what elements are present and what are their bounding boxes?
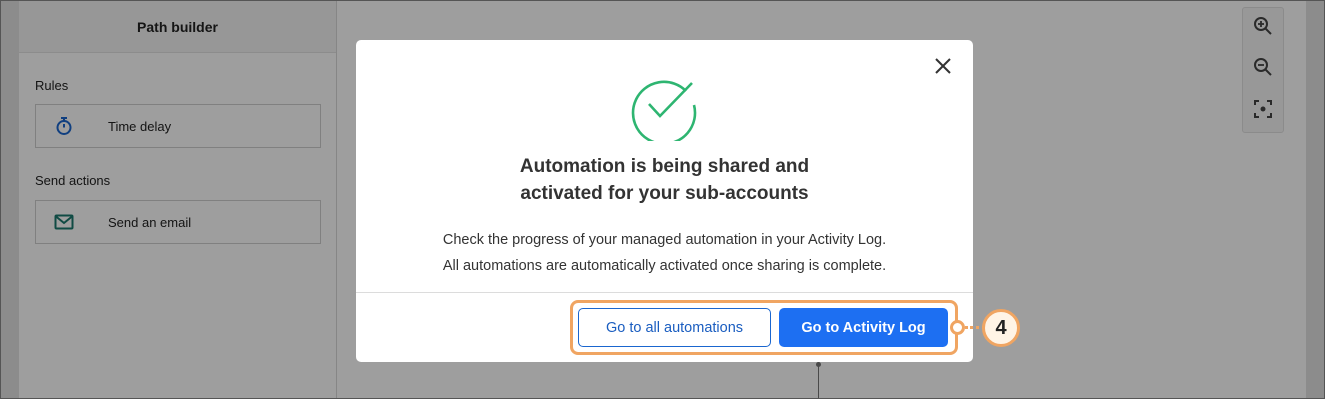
close-icon	[934, 57, 952, 80]
callout-anchor-dot	[950, 320, 965, 335]
app-window: Path builder Rules Time delay Send actio…	[0, 0, 1325, 399]
success-check-icon	[628, 69, 700, 146]
dialog-title-line-2: activated for your sub-accounts	[520, 183, 809, 204]
dialog-message-line-2: All automations are automatically activa…	[442, 258, 887, 274]
step-number-badge: 4	[982, 309, 1020, 347]
dialog-title-line-1: Automation is being shared and	[519, 156, 810, 177]
dialog-footer-divider	[356, 292, 973, 293]
dialog-message-line-1: Check the progress of your managed autom…	[442, 232, 887, 248]
dialog-title: Automation is being shared and activated…	[356, 153, 973, 207]
close-button[interactable]	[931, 56, 955, 80]
dialog-message: Check the progress of your managed autom…	[356, 227, 973, 279]
callout-highlight-box	[570, 300, 958, 355]
